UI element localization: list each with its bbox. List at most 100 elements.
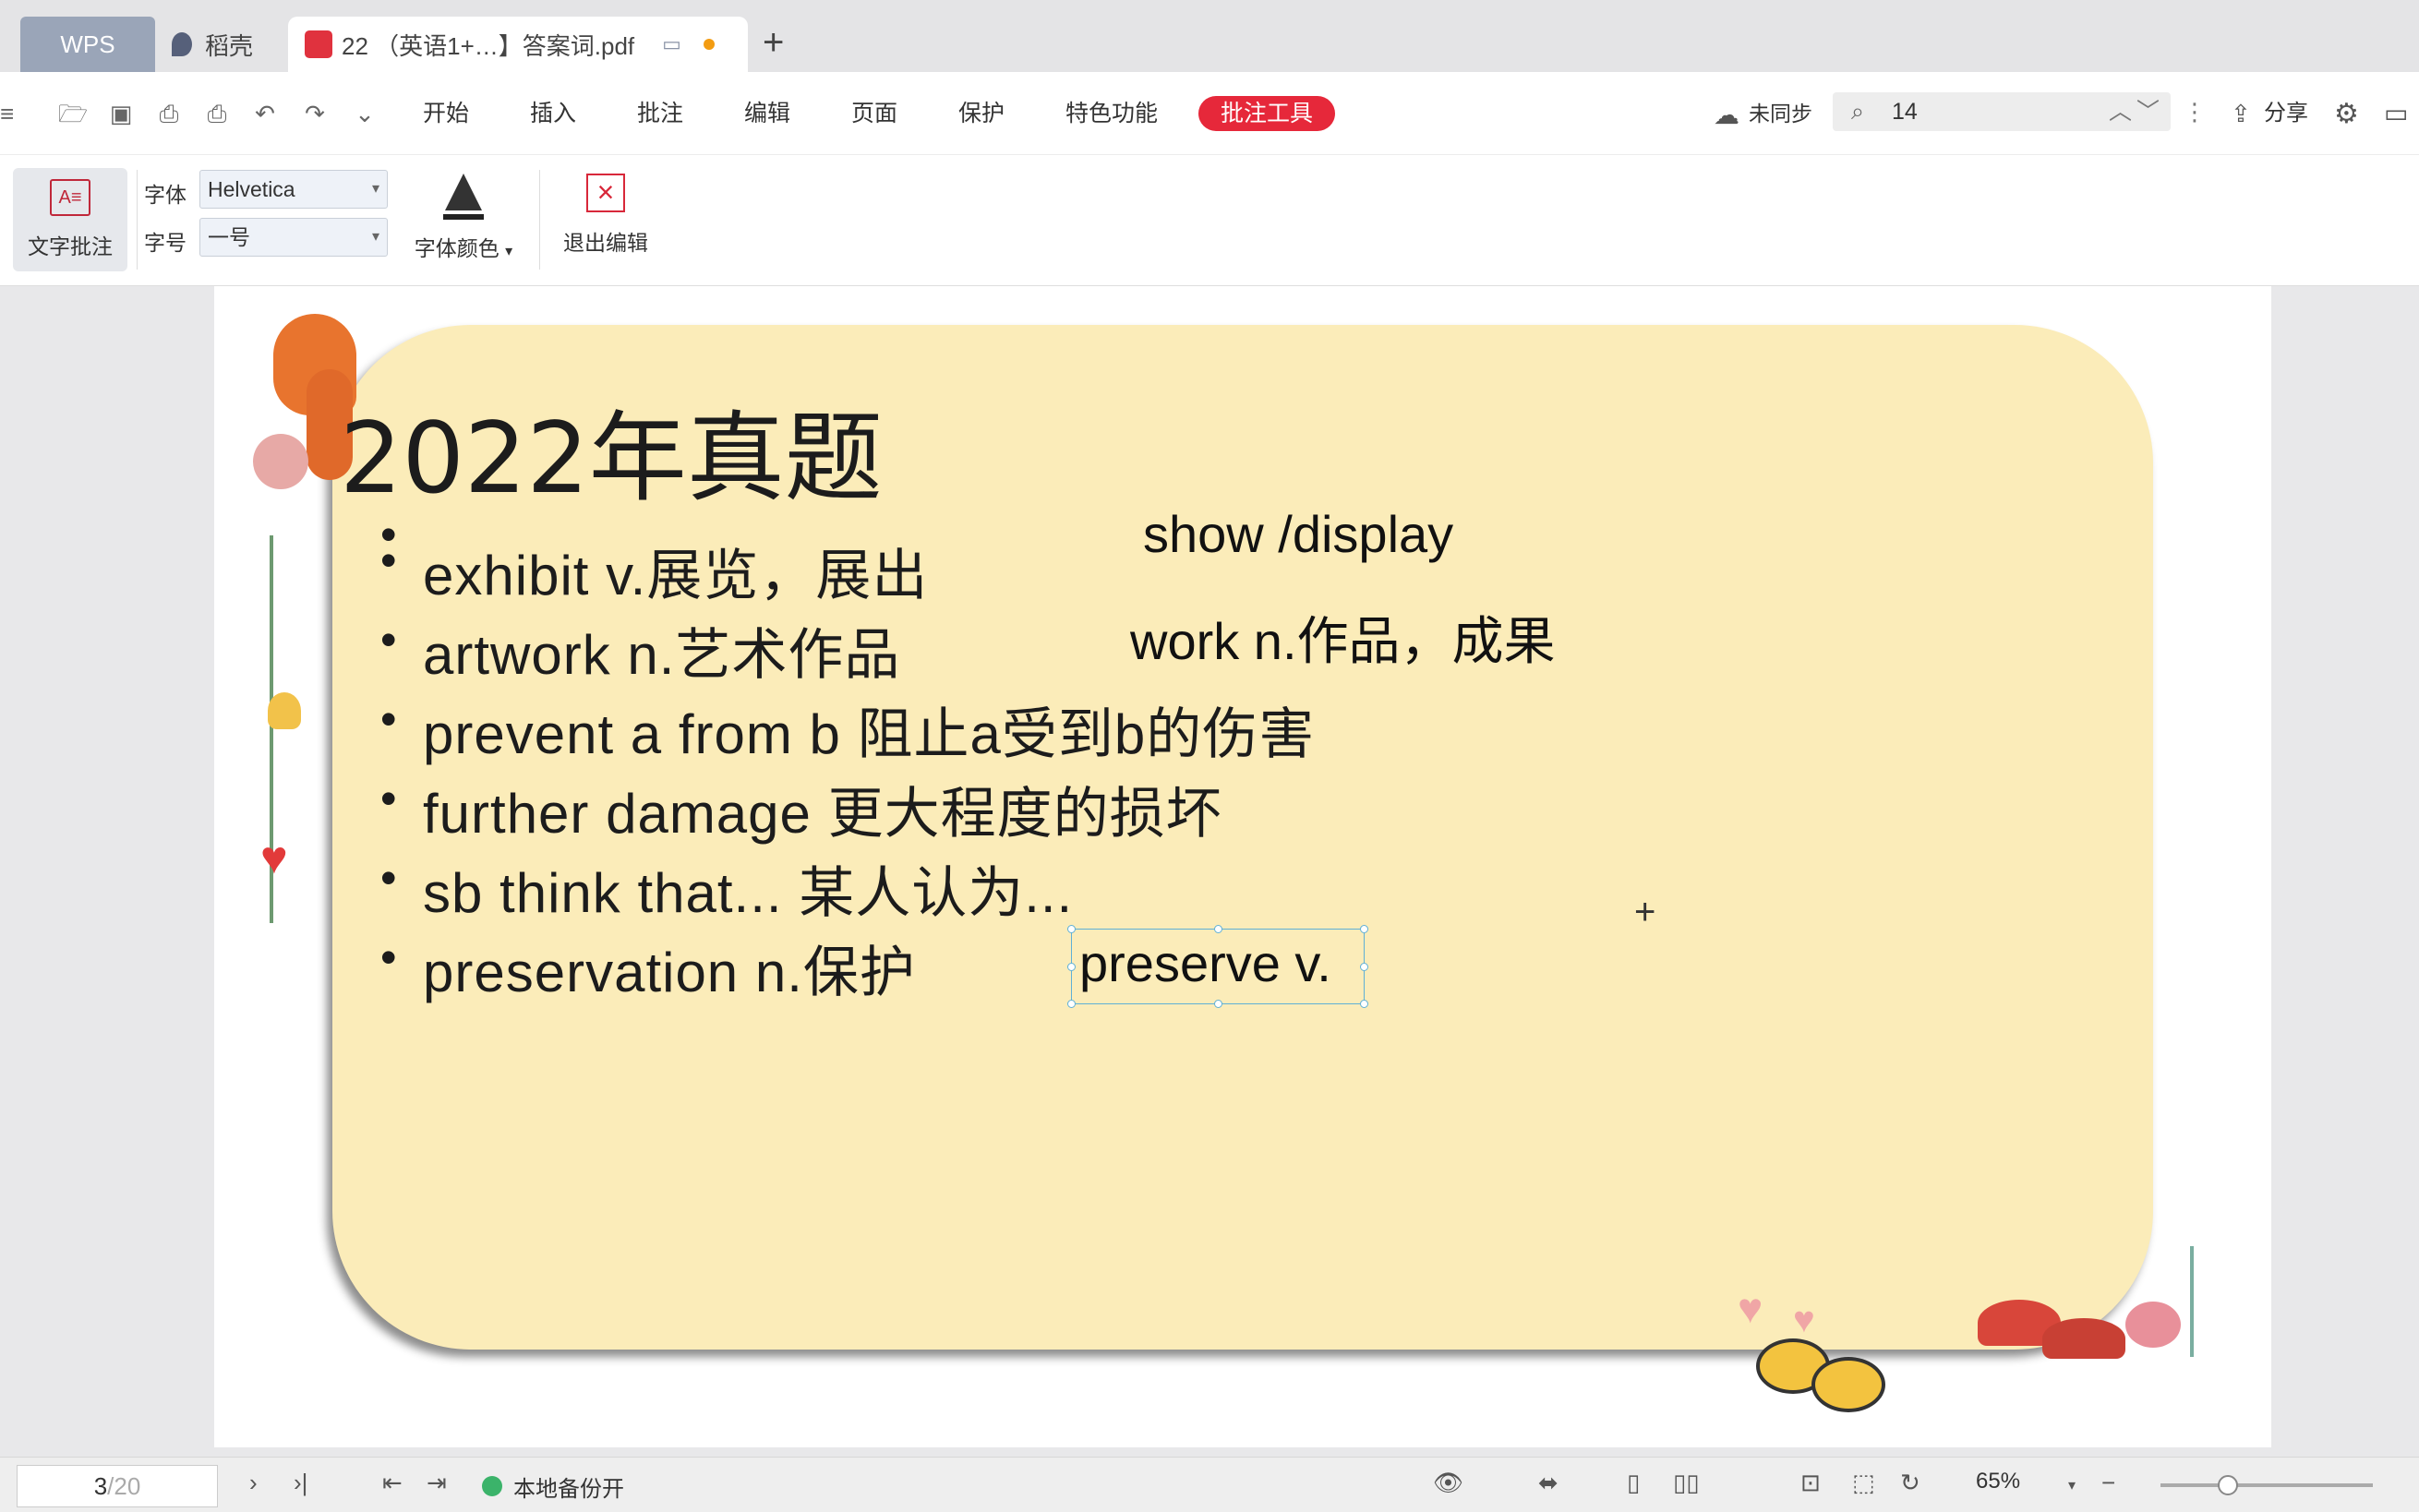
- page-number-input[interactable]: 3/20: [17, 1465, 218, 1507]
- bullet-dot: •: [380, 773, 397, 824]
- daoke-icon: [172, 32, 192, 56]
- menu-bar: ≡ 🗁 ▣ ⎙ ⎙ ↶ ↷ ⌄ 开始 插入 批注 编辑 页面 保护 特色功能 批…: [0, 72, 2419, 155]
- text-annotation-button[interactable]: A≡ 文字批注: [13, 168, 127, 271]
- zoom-dropdown-icon[interactable]: ▾: [2068, 1476, 2076, 1494]
- search-icon: ⌕: [1851, 99, 1865, 125]
- yellow-flower-decoration: [268, 692, 301, 729]
- zoom-out-icon[interactable]: −: [2101, 1469, 2115, 1497]
- menu-start[interactable]: 开始: [423, 96, 469, 131]
- resize-handle[interactable]: [1360, 963, 1368, 971]
- selected-text-annotation[interactable]: preserve v.: [1067, 925, 1368, 1008]
- comment-icon[interactable]: ▭: [2384, 98, 2408, 128]
- rotate-icon[interactable]: ↻: [1900, 1469, 1920, 1497]
- more-options-icon[interactable]: ⋮: [2183, 98, 2207, 126]
- status-bar: 3/20 › ›| ⇤ ⇥ 本地备份开 👁 ⬌ ▯ ▯▯ ⊡ ⬚ ↻ 65% ▾…: [0, 1457, 2419, 1512]
- text-annotation-label: 文字批注: [28, 234, 113, 258]
- font-color-bar: [443, 214, 484, 220]
- resize-handle[interactable]: [1360, 925, 1368, 933]
- chevron-down-icon: ▾: [371, 181, 379, 197]
- exit-edit-button[interactable]: × 退出编辑: [554, 170, 657, 273]
- menu-annotation-tool[interactable]: 批注工具: [1198, 96, 1336, 131]
- font-size-select[interactable]: 一号 ▾: [199, 218, 388, 257]
- eye-protection-icon[interactable]: 👁: [1433, 1469, 1463, 1497]
- share-button[interactable]: 分享: [2264, 96, 2308, 131]
- resize-handle[interactable]: [1214, 925, 1222, 933]
- fit-page-icon[interactable]: ⬚: [1852, 1469, 1875, 1497]
- save-icon[interactable]: ▣: [105, 98, 137, 129]
- monitor-icon[interactable]: ▭: [662, 32, 681, 56]
- menu-special-features[interactable]: 特色功能: [1065, 96, 1158, 131]
- font-size-value: 一号: [208, 225, 250, 249]
- current-page: 3: [93, 1472, 108, 1500]
- last-page-icon[interactable]: ›|: [294, 1469, 307, 1497]
- font-color-label: 字体颜色: [414, 236, 499, 260]
- new-tab-plus-icon[interactable]: +: [763, 22, 784, 64]
- close-box-icon: ×: [586, 174, 625, 212]
- font-color-button[interactable]: 字体颜色 ▾: [406, 170, 521, 273]
- print-icon[interactable]: ⎙: [153, 98, 185, 129]
- tab-strip: WPS 稻壳 22 （英语1+…】答案词.pdf ▭ +: [0, 0, 2419, 72]
- sync-status[interactable]: 未同步: [1749, 96, 1812, 131]
- quick-access-dropdown-icon[interactable]: ⌄: [349, 98, 380, 129]
- font-select[interactable]: Helvetica ▾: [199, 170, 388, 209]
- zoom-level[interactable]: 65%: [1976, 1469, 2020, 1494]
- exit-edit-label: 退出编辑: [563, 231, 648, 255]
- menu-hamburger-icon[interactable]: ≡: [0, 98, 14, 129]
- zoom-slider-handle[interactable]: [2218, 1475, 2238, 1495]
- backup-status[interactable]: 本地备份开: [513, 1470, 624, 1503]
- document-viewport[interactable]: ♥ ♥ ♥ 2022年真题 • • exhibit v.展览，展出 • artw…: [0, 286, 2419, 1457]
- vocab-item: preservation n.保护: [423, 942, 916, 1003]
- bees-mushrooms-decoration: ♥ ♥: [1719, 1246, 2236, 1431]
- next-section-icon[interactable]: ⇥: [427, 1469, 447, 1497]
- font-value: Helvetica: [208, 177, 295, 201]
- vocab-item: further damage 更大程度的损坏: [423, 783, 1222, 845]
- mushroom-icon: [2042, 1318, 2125, 1359]
- open-folder-icon[interactable]: 🗁: [57, 98, 89, 129]
- ribbon-divider: [137, 170, 138, 270]
- tab-document[interactable]: 22 （英语1+…】答案词.pdf ▭: [288, 17, 748, 72]
- undo-icon[interactable]: ↶: [249, 98, 281, 129]
- zoom-slider[interactable]: [2160, 1475, 2373, 1495]
- resize-handle[interactable]: [1360, 1000, 1368, 1008]
- text-annotation-icon: A≡: [50, 179, 90, 216]
- menu-annotate[interactable]: 批注: [637, 96, 683, 131]
- next-page-icon[interactable]: ›: [249, 1469, 258, 1497]
- single-page-icon[interactable]: ▯: [1627, 1469, 1640, 1497]
- search-input[interactable]: ⌕ 14 ︿ ﹀: [1833, 92, 2171, 131]
- annotation-show-display[interactable]: show /display: [1143, 504, 1453, 564]
- annotation-work[interactable]: work n.作品，成果: [1130, 600, 1556, 675]
- tab-wps[interactable]: WPS: [20, 17, 155, 72]
- vocab-item: artwork n.艺术作品: [423, 624, 901, 686]
- two-page-icon[interactable]: ▯▯: [1673, 1469, 1700, 1497]
- vocab-item: prevent a from b 阻止a受到b的伤害: [423, 703, 1316, 765]
- annotation-preserve[interactable]: preserve v.: [1079, 933, 1331, 993]
- print-preview-icon[interactable]: ⎙: [201, 98, 233, 129]
- prev-section-icon[interactable]: ⇤: [382, 1469, 403, 1497]
- tab-daoke-label: 稻壳: [205, 31, 254, 60]
- bullet-dot: •: [380, 534, 397, 586]
- share-icon[interactable]: ⇪: [2231, 100, 2251, 128]
- font-color-icon: [445, 174, 482, 210]
- menu-protect[interactable]: 保护: [958, 96, 1005, 131]
- ribbon-divider: [539, 170, 540, 270]
- vocab-item: sb think that... 某人认为...: [423, 862, 1074, 924]
- font-color-label-row: 字体颜色 ▾: [406, 231, 521, 262]
- menu-page[interactable]: 页面: [851, 96, 897, 131]
- cloud-sync-icon[interactable]: ☁: [1714, 100, 1739, 130]
- resize-handle[interactable]: [1214, 1000, 1222, 1008]
- flower-decoration: [253, 434, 308, 489]
- search-next-icon[interactable]: ﹀: [2136, 92, 2160, 131]
- resize-handle[interactable]: [1067, 1000, 1076, 1008]
- fit-width-icon[interactable]: ⬌: [1538, 1469, 1559, 1497]
- bullet-dot: •: [380, 931, 397, 983]
- menu-edit[interactable]: 编辑: [744, 96, 790, 131]
- resize-handle[interactable]: [1067, 963, 1076, 971]
- search-prev-icon[interactable]: ︿: [2109, 92, 2132, 131]
- tab-daoke[interactable]: 稻壳: [166, 17, 277, 72]
- menu-insert[interactable]: 插入: [530, 96, 576, 131]
- resize-handle[interactable]: [1067, 925, 1076, 933]
- actual-size-icon[interactable]: ⊡: [1800, 1469, 1821, 1497]
- settings-gear-icon[interactable]: ⚙: [2334, 98, 2359, 130]
- redo-icon[interactable]: ↷: [299, 98, 331, 129]
- chevron-down-icon: ▾: [371, 229, 379, 245]
